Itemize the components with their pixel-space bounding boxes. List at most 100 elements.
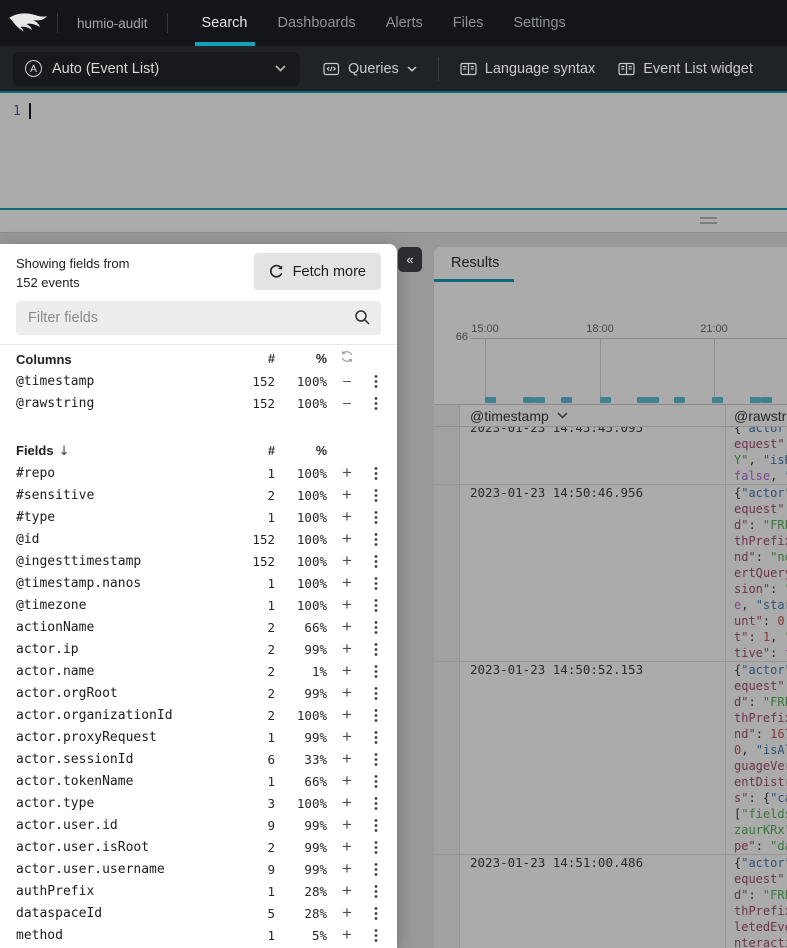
column-row-@timestamp[interactable]: @timestamp152100%– — [0, 370, 397, 392]
kebab-menu-icon[interactable] — [374, 598, 378, 613]
field-row-actor.user.username[interactable]: actor.user.username999%+ — [0, 858, 397, 880]
add-column-icon[interactable]: + — [342, 573, 352, 592]
field-row-actor.user.isRoot[interactable]: actor.user.isRoot299%+ — [0, 836, 397, 858]
field-row-@timestamp.nanos[interactable]: @timestamp.nanos1100%+ — [0, 572, 397, 594]
add-column-icon[interactable]: + — [342, 859, 352, 878]
add-column-icon[interactable]: + — [342, 507, 352, 526]
field-name[interactable]: actor.sessionId — [16, 752, 229, 767]
field-name[interactable]: actor.type — [16, 796, 229, 811]
collapse-panel-button[interactable]: « — [398, 247, 422, 272]
kebab-menu-icon[interactable] — [374, 664, 378, 679]
add-column-icon[interactable]: + — [342, 925, 352, 944]
kebab-menu-icon[interactable] — [374, 396, 378, 411]
kebab-menu-icon[interactable] — [374, 730, 378, 745]
field-name[interactable]: actor.proxyRequest — [16, 730, 229, 745]
kebab-menu-icon[interactable] — [374, 708, 378, 723]
nav-item-settings[interactable]: Settings — [498, 0, 580, 46]
repository-name[interactable]: humio-audit — [67, 16, 158, 31]
kebab-menu-icon[interactable] — [374, 374, 378, 389]
kebab-menu-icon[interactable] — [374, 620, 378, 635]
kebab-menu-icon[interactable] — [374, 510, 378, 525]
remove-column-icon[interactable]: – — [343, 394, 351, 410]
event-list-widget-button[interactable]: Event List widget — [618, 61, 753, 77]
add-column-icon[interactable]: + — [342, 485, 352, 504]
remove-column-icon[interactable]: – — [343, 372, 351, 388]
add-column-icon[interactable]: + — [342, 793, 352, 812]
field-row-actor.organizationId[interactable]: actor.organizationId2100%+ — [0, 704, 397, 726]
field-name[interactable]: @ingesttimestamp — [16, 554, 229, 569]
add-column-icon[interactable]: + — [342, 617, 352, 636]
field-row-authPrefix[interactable]: authPrefix128%+ — [0, 880, 397, 902]
field-row-#sensitive[interactable]: #sensitive2100%+ — [0, 484, 397, 506]
kebab-menu-icon[interactable] — [374, 686, 378, 701]
field-row-actor.ip[interactable]: actor.ip299%+ — [0, 638, 397, 660]
add-column-icon[interactable]: + — [342, 595, 352, 614]
add-column-icon[interactable]: + — [342, 529, 352, 548]
add-column-icon[interactable]: + — [342, 881, 352, 900]
kebab-menu-icon[interactable] — [374, 928, 378, 943]
field-name[interactable]: dataspaceId — [16, 906, 229, 921]
field-name[interactable]: @timezone — [16, 598, 229, 613]
field-name[interactable]: actor.tokenName — [16, 774, 229, 789]
field-row-actor.proxyRequest[interactable]: actor.proxyRequest199%+ — [0, 726, 397, 748]
nav-item-files[interactable]: Files — [438, 0, 499, 46]
kebab-menu-icon[interactable] — [374, 884, 378, 899]
add-column-icon[interactable]: + — [342, 639, 352, 658]
field-name[interactable]: #sensitive — [16, 488, 229, 503]
field-row-@timezone[interactable]: @timezone1100%+ — [0, 594, 397, 616]
kebab-menu-icon[interactable] — [374, 818, 378, 833]
field-name[interactable]: actor.user.username — [16, 862, 229, 877]
field-row-actor.tokenName[interactable]: actor.tokenName166%+ — [0, 770, 397, 792]
field-row-actor.sessionId[interactable]: actor.sessionId633%+ — [0, 748, 397, 770]
kebab-menu-icon[interactable] — [374, 554, 378, 569]
field-row-actor.name[interactable]: actor.name21%+ — [0, 660, 397, 682]
kebab-menu-icon[interactable] — [374, 774, 378, 789]
kebab-menu-icon[interactable] — [374, 466, 378, 481]
add-column-icon[interactable]: + — [342, 815, 352, 834]
field-name[interactable]: actor.orgRoot — [16, 686, 229, 701]
field-name[interactable]: actor.name — [16, 664, 229, 679]
crowdstrike-falcon-logo-icon[interactable] — [8, 9, 48, 37]
field-row-method[interactable]: method15%+ — [0, 924, 397, 946]
kebab-menu-icon[interactable] — [374, 796, 378, 811]
fetch-more-button[interactable]: Fetch more — [254, 253, 381, 290]
add-column-icon[interactable]: + — [342, 661, 352, 680]
nav-item-search[interactable]: Search — [187, 0, 263, 46]
add-column-icon[interactable]: + — [342, 903, 352, 922]
field-row-actor.orgRoot[interactable]: actor.orgRoot299%+ — [0, 682, 397, 704]
add-column-icon[interactable]: + — [342, 727, 352, 746]
view-mode-select[interactable]: A Auto (Event List) — [13, 52, 300, 86]
add-column-icon[interactable]: + — [342, 749, 352, 768]
nav-item-alerts[interactable]: Alerts — [371, 0, 438, 46]
field-name[interactable]: @timestamp.nanos — [16, 576, 229, 591]
column-row-@rawstring[interactable]: @rawstring152100%– — [0, 392, 397, 414]
field-row-#type[interactable]: #type1100%+ — [0, 506, 397, 528]
kebab-menu-icon[interactable] — [374, 488, 378, 503]
field-row-actionName[interactable]: actionName266%+ — [0, 616, 397, 638]
kebab-menu-icon[interactable] — [374, 576, 378, 591]
language-syntax-button[interactable]: Language syntax — [460, 61, 595, 77]
kebab-menu-icon[interactable] — [374, 906, 378, 921]
add-column-icon[interactable]: + — [342, 771, 352, 790]
nav-item-dashboards[interactable]: Dashboards — [263, 0, 371, 46]
field-name[interactable]: #repo — [16, 466, 229, 481]
kebab-menu-icon[interactable] — [374, 642, 378, 657]
field-row-actor.type[interactable]: actor.type3100%+ — [0, 792, 397, 814]
add-column-icon[interactable]: + — [342, 705, 352, 724]
field-name[interactable]: actor.ip — [16, 642, 229, 657]
add-column-icon[interactable]: + — [342, 463, 352, 482]
field-name[interactable]: @rawstring — [16, 396, 229, 411]
field-name[interactable]: @timestamp — [16, 374, 229, 389]
kebab-menu-icon[interactable] — [374, 532, 378, 547]
field-name[interactable]: actionName — [16, 620, 229, 635]
add-column-icon[interactable]: + — [342, 683, 352, 702]
filter-fields-input[interactable] — [16, 301, 381, 335]
field-name[interactable]: #type — [16, 510, 229, 525]
sync-columns-icon[interactable] — [340, 350, 354, 363]
field-name[interactable]: @id — [16, 532, 229, 547]
field-name[interactable]: actor.user.isRoot — [16, 840, 229, 855]
kebab-menu-icon[interactable] — [374, 840, 378, 855]
field-name[interactable]: actor.user.id — [16, 818, 229, 833]
field-row-@ingesttimestamp[interactable]: @ingesttimestamp152100%+ — [0, 550, 397, 572]
sort-descending-icon[interactable]: ↓ — [59, 444, 70, 459]
